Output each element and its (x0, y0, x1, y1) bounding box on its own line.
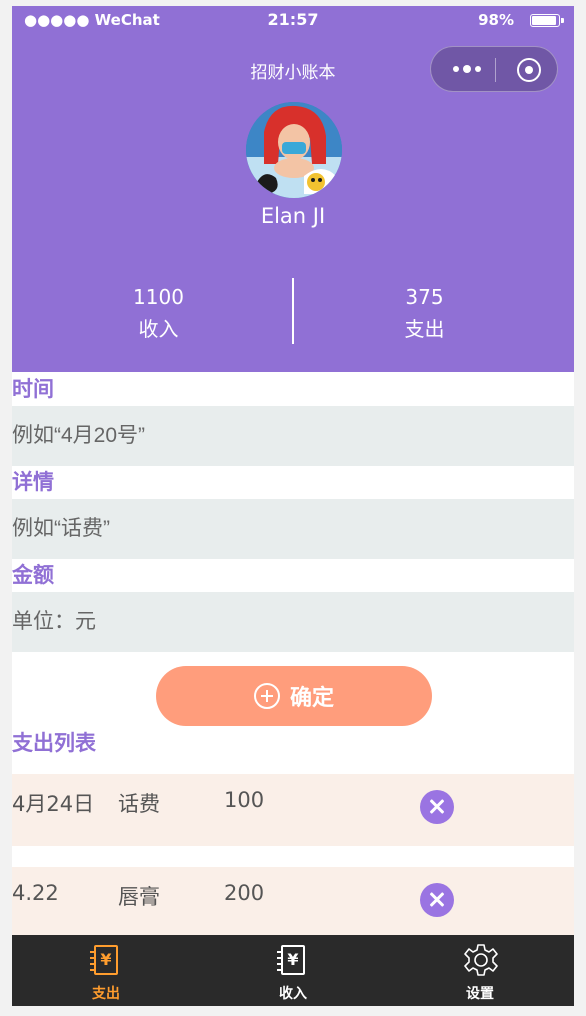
tab-bar: ¥ 支出 ¥ 收入 设置 (12, 935, 574, 1006)
battery-percent: 98% (478, 11, 514, 29)
status-bar: ●●●●● WeChat 21:57 98% (12, 6, 574, 36)
income-value: 1100 (133, 285, 184, 309)
ledger-icon: ¥ (90, 943, 122, 977)
row-amount: 100 (224, 788, 265, 812)
delete-icon[interactable] (420, 790, 454, 824)
gear-icon (464, 943, 498, 977)
tab-label: 设置 (466, 986, 494, 1002)
amount-label: 金额 (12, 563, 54, 587)
list-item: 4.22 唇膏 200 (12, 867, 574, 939)
tab-expense[interactable]: ¥ 支出 (46, 935, 166, 1006)
delete-icon[interactable] (420, 883, 454, 917)
expense-value: 375 (405, 285, 444, 309)
tab-income[interactable]: ¥ 收入 (233, 935, 353, 1006)
battery-icon (530, 14, 564, 27)
confirm-label: 确定 (289, 686, 334, 711)
amount-input[interactable] (12, 592, 574, 652)
time-label: 时间 (12, 377, 54, 401)
row-date: 4.22 (12, 881, 59, 905)
row-amount: 200 (224, 881, 265, 905)
tab-settings[interactable]: 设置 (420, 935, 540, 1006)
profile-header: ●●●●● WeChat 21:57 98% 招财小账本 Elan JI 110… (12, 6, 574, 372)
expense-list-title: 支出列表 (12, 731, 96, 755)
row-detail: 唇膏 (118, 885, 160, 909)
mini-program-capsule (430, 46, 558, 92)
expense-stat: 375 支出 (284, 281, 565, 345)
row-detail: 话费 (118, 792, 160, 816)
tab-label: 支出 (92, 986, 120, 1002)
capsule-divider (495, 58, 496, 82)
phone-screen: ●●●●● WeChat 21:57 98% 招财小账本 Elan JI 110… (12, 6, 574, 1006)
add-circle-icon (253, 683, 280, 709)
income-stat: 1100 收入 (18, 281, 299, 345)
expense-label: 支出 (404, 317, 445, 341)
confirm-button[interactable]: 确定 (156, 666, 432, 726)
list-item: 4月24日 话费 100 (12, 774, 574, 846)
detail-label: 详情 (12, 470, 54, 494)
avatar[interactable] (246, 102, 342, 198)
time-input[interactable] (12, 406, 574, 466)
ledger-icon: ¥ (277, 943, 309, 977)
detail-input[interactable] (12, 499, 574, 559)
tab-label: 收入 (279, 986, 307, 1002)
close-target-icon[interactable] (517, 58, 541, 82)
row-date: 4月24日 (12, 792, 95, 816)
income-label: 收入 (138, 317, 179, 341)
more-icon[interactable] (447, 58, 487, 80)
username: Elan JI (260, 204, 326, 228)
